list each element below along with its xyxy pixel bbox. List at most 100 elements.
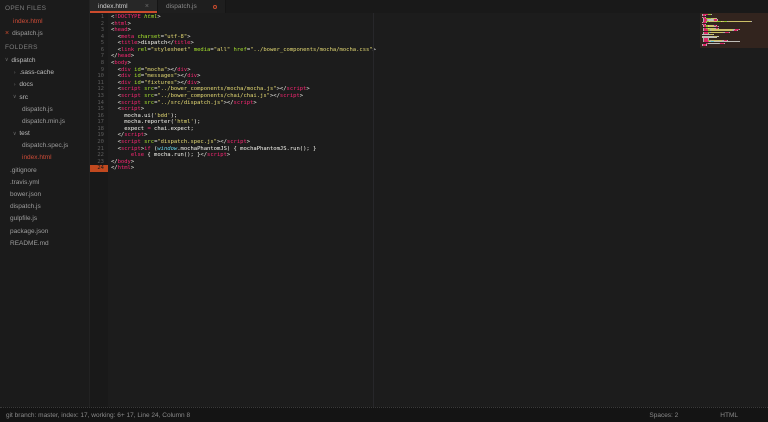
tree-folder-docs[interactable]: › docs <box>0 79 89 91</box>
folder-expanded-icon[interactable]: ∨ <box>5 57 8 63</box>
tree-item-label: index.html <box>22 154 52 162</box>
tree-folder-dispatch[interactable]: ∨ dispatch <box>0 54 89 66</box>
code-token: > <box>306 86 310 93</box>
tree-item-label: bower.json <box>10 191 42 199</box>
tree-file-.gitignore[interactable]: .gitignore <box>0 164 89 176</box>
code-token: body <box>117 158 131 165</box>
open-file-index.html[interactable]: index.html <box>0 15 89 27</box>
column-ruler <box>373 13 374 407</box>
code-token: head <box>117 53 131 60</box>
code-line-6: <link rel="stylesheet" media="all" href=… <box>111 47 698 54</box>
code-line-1: <!DOCTYPE html> <box>111 14 698 21</box>
tree-file-dispatch.min.js[interactable]: dispatch.min.js <box>0 115 89 127</box>
tree-folder-.sass-cache[interactable]: › .sass-cache <box>0 67 89 79</box>
code-token: script <box>120 86 141 93</box>
status-bar: git branch: master, index: 17, working: … <box>0 407 768 422</box>
code-token: dispatch <box>140 40 168 47</box>
tab-close-icon[interactable]: × <box>145 3 149 10</box>
code-token: href <box>230 46 247 53</box>
folder-expanded-icon[interactable]: ∨ <box>13 94 16 100</box>
code-token: ); <box>193 119 201 126</box>
line-number-6: 6 <box>100 46 104 53</box>
code-token: else <box>130 152 145 159</box>
code-token: mocha.ui( <box>111 112 155 119</box>
code-token: media <box>190 46 211 53</box>
code-line-21: <script>if (window.mochaPhantomJS) { moc… <box>111 146 698 153</box>
code-token: "../bower_components/mocha/mocha.js" <box>157 86 277 93</box>
code-token: src <box>140 92 155 99</box>
folder-collapsed-icon[interactable]: › <box>13 82 16 88</box>
line-number-18: 18 <box>97 125 104 132</box>
code-token: </ <box>111 165 118 172</box>
code-line-17: mocha.reporter('html'); <box>111 119 698 126</box>
tree-file-package.json[interactable]: package.json <box>0 225 89 237</box>
code-token: "all" <box>213 46 231 53</box>
tree-file-.travis.yml[interactable]: .travis.yml <box>0 176 89 188</box>
code-token: > <box>127 60 131 67</box>
tab-index.html[interactable]: index.html × <box>90 0 158 13</box>
code-token: > <box>190 40 194 47</box>
folder-expanded-icon[interactable]: ∨ <box>13 131 16 137</box>
code-token: "stylesheet" <box>150 46 191 53</box>
code-token: 'bdd' <box>154 112 171 119</box>
tree-file-dispatch.spec.js[interactable]: dispatch.spec.js <box>0 140 89 152</box>
tab-dispatch.js[interactable]: dispatch.js <box>158 0 226 13</box>
code-line-7: </head> <box>111 53 698 60</box>
minimap-segment <box>727 20 751 22</box>
line-number-9: 9 <box>100 66 104 73</box>
folder-collapsed-icon[interactable]: › <box>13 70 16 76</box>
tree-item-label: dispatch.min.js <box>22 117 65 125</box>
code-token: title <box>173 40 191 47</box>
code-token: src <box>140 86 155 93</box>
code-token: > <box>140 106 145 113</box>
tree-item-label: package.json <box>10 227 49 235</box>
code-token: if <box>144 145 151 152</box>
minimap[interactable] <box>700 13 768 407</box>
line-number-20: 20 <box>97 138 104 145</box>
code-token: ></ <box>269 92 280 99</box>
modified-close-icon[interactable]: × <box>5 30 9 37</box>
code-content[interactable]: <!DOCTYPE html> <html> <head> <meta charse… <box>111 14 698 172</box>
line-number-3: 3 <box>100 27 104 34</box>
tree-file-index.html[interactable]: index.html <box>0 152 89 164</box>
code-token: script <box>120 145 141 152</box>
line-number-8: 8 <box>100 60 104 67</box>
code-line-12: <script src="../bower_components/mocha/m… <box>111 86 698 93</box>
code-line-23: </body> <box>111 159 698 166</box>
status-syntax[interactable]: HTML <box>720 412 738 419</box>
code-token: html <box>114 20 128 27</box>
code-token: > <box>226 152 231 159</box>
code-token: > <box>197 79 201 86</box>
code-token: html <box>117 165 131 172</box>
open-file-label: dispatch.js <box>12 29 43 37</box>
tree-file-gulpfile.js[interactable]: gulpfile.js <box>0 213 89 225</box>
code-token: rel <box>134 46 148 53</box>
minimap-lines <box>702 14 768 47</box>
code-token: > <box>130 165 135 172</box>
tree-file-dispatch.js[interactable]: dispatch.js <box>0 103 89 115</box>
code-token: mocha.reporter( <box>111 119 174 126</box>
editor-area[interactable]: 1 2 3 4 5 6 7 8 9 10 11 12 13 14 15 16 17 18 19 20 21 22 23 24 … <box>90 13 768 407</box>
folder-tree: ∨ dispatch › .sass-cache › docs ∨ src dispatch.j… <box>0 54 89 249</box>
sublime-text-window: OPEN FILES index.html × dispatch.js FOLDER… <box>0 0 768 422</box>
tree-file-dispatch.js[interactable]: dispatch.js <box>0 201 89 213</box>
tree-folder-src[interactable]: ∨ src <box>0 91 89 103</box>
code-token: id <box>130 79 141 86</box>
tree-folder-test[interactable]: ∨ test <box>0 128 89 140</box>
code-token: > <box>246 138 251 145</box>
tab-modified-icon[interactable] <box>213 4 217 9</box>
line-number-4: 4 <box>100 33 104 40</box>
status-indentation[interactable]: Spaces: 2 <box>649 412 678 419</box>
tree-file-bower.json[interactable]: bower.json <box>0 188 89 200</box>
code-token: div <box>120 79 131 86</box>
code-token: ></ <box>223 99 234 106</box>
line-number-12: 12 <box>97 86 104 93</box>
open-files-list: index.html × dispatch.js <box>0 15 89 39</box>
code-token: > <box>299 92 304 99</box>
code-token: id <box>130 73 141 80</box>
open-file-dispatch.js[interactable]: × dispatch.js <box>0 27 89 39</box>
tree-item-label: dispatch.js <box>10 203 41 211</box>
tree-file-README.md[interactable]: README.md <box>0 237 89 249</box>
code-line-20: <script src="dispatch.spec.js"></script> <box>111 139 698 146</box>
